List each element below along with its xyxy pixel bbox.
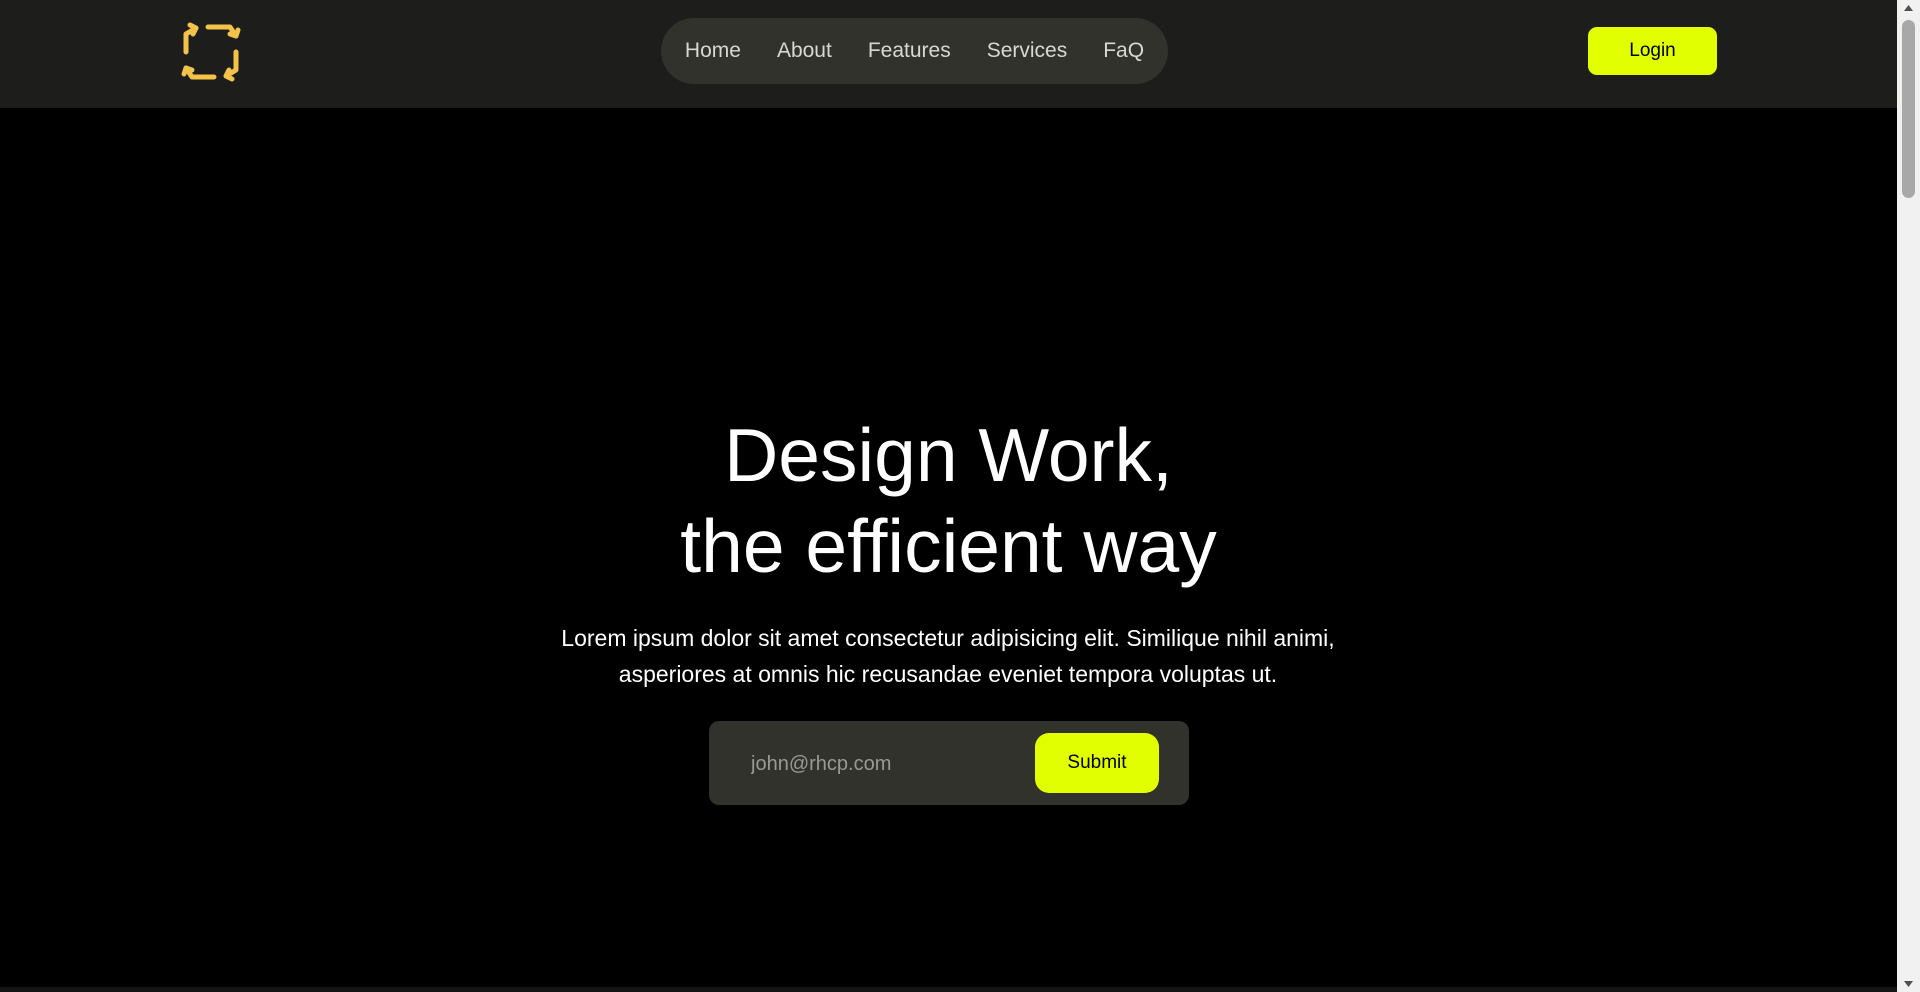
nav-link-home[interactable]: Home	[685, 39, 741, 63]
browser-viewport: Home About Features Services FaQ Login D…	[0, 0, 1897, 992]
scroll-up-arrow-icon[interactable]	[1897, 0, 1920, 16]
vertical-scrollbar[interactable]	[1897, 0, 1920, 992]
scroll-down-arrow-icon[interactable]	[1897, 976, 1920, 992]
nav-link-faq[interactable]: FaQ	[1103, 39, 1144, 63]
nav-link-about[interactable]: About	[777, 39, 832, 63]
login-button[interactable]: Login	[1588, 27, 1717, 75]
rotate-arrows-icon[interactable]	[180, 22, 242, 82]
email-input[interactable]	[749, 741, 1013, 787]
nav-link-features[interactable]: Features	[868, 39, 951, 63]
next-section-edge	[0, 987, 1897, 992]
page: Home About Features Services FaQ Login D…	[0, 0, 1920, 992]
submit-button[interactable]: Submit	[1035, 733, 1159, 793]
site-header: Home About Features Services FaQ Login	[0, 0, 1897, 108]
email-signup-form: Submit	[709, 721, 1189, 805]
main-nav: Home About Features Services FaQ	[661, 18, 1168, 84]
nav-link-services[interactable]: Services	[987, 39, 1068, 63]
hero-subtitle: Lorem ipsum dolor sit amet consectetur a…	[561, 625, 1335, 687]
scrollbar-thumb[interactable]	[1902, 20, 1915, 198]
hero-title-line-1: Design Work,	[724, 413, 1173, 497]
hero-title: Design Work, the efficient way	[0, 410, 1897, 592]
hero-title-line-2: the efficient way	[680, 504, 1217, 588]
